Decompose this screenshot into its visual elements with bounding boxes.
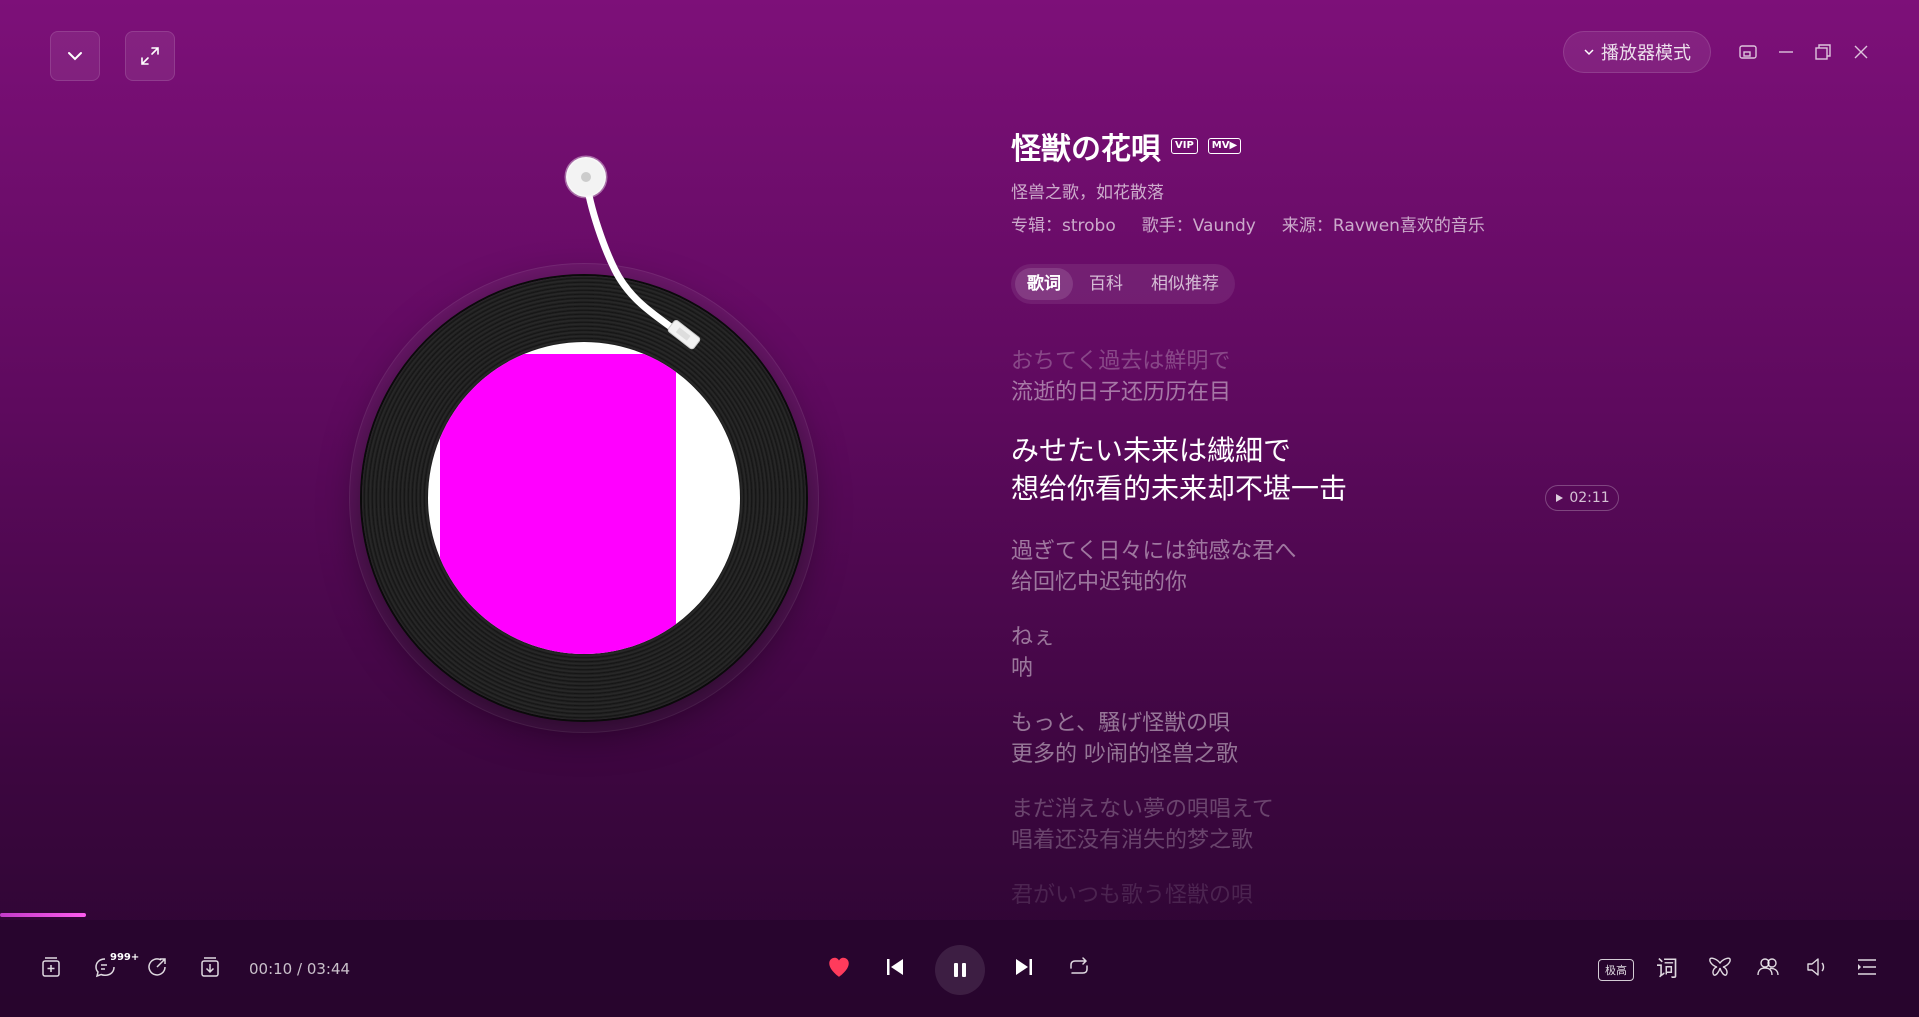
seek-time: 02:11 bbox=[1569, 490, 1610, 506]
album-link[interactable]: 专辑：strobo bbox=[1011, 211, 1116, 236]
share-button[interactable] bbox=[143, 953, 171, 981]
collapse-player-button[interactable] bbox=[50, 31, 100, 81]
next-button[interactable] bbox=[1010, 953, 1038, 981]
lyric-translation: 想给你看的未来却不堪一击 bbox=[1011, 472, 1348, 505]
lyric-line[interactable]: もっと、騒げ怪獣の唄 更多的 吵闹的怪兽之歌 bbox=[1011, 708, 1571, 770]
sound-quality-button[interactable]: 极高 bbox=[1598, 959, 1634, 981]
tab-wiki[interactable]: 百科 bbox=[1077, 268, 1135, 300]
desktop-lyrics-button[interactable]: 词 bbox=[1653, 953, 1681, 982]
progress-bar[interactable] bbox=[0, 913, 1919, 917]
users-icon bbox=[1755, 954, 1781, 980]
lyric-line[interactable]: 過ぎてく日々には鈍感な君へ 给回忆中迟钝的你 bbox=[1011, 536, 1571, 598]
effects-button[interactable] bbox=[1706, 953, 1734, 981]
listen-together-button[interactable] bbox=[1754, 953, 1782, 981]
mini-mode-button[interactable] bbox=[1736, 40, 1760, 64]
close-button[interactable] bbox=[1849, 40, 1873, 64]
lyric-translation: 唱着还没有消失的梦之歌 bbox=[1011, 828, 1254, 853]
comments-count-badge: 999+ bbox=[110, 952, 140, 963]
share-icon bbox=[145, 955, 169, 979]
info-tabs: 歌词 百科 相似推荐 bbox=[1011, 264, 1235, 304]
song-title: 怪獣の花唄 bbox=[1011, 132, 1161, 167]
close-icon bbox=[1851, 42, 1871, 62]
album-cover-text: KSUNDY bbox=[661, 562, 676, 629]
maximize-button[interactable] bbox=[1811, 40, 1835, 64]
repeat-mode-button[interactable] bbox=[1065, 953, 1093, 981]
lyric-line-current[interactable]: みせたい未来は繊細で 想给你看的未来却不堪一击 bbox=[1011, 432, 1571, 508]
lyric-original: まだ消えない夢の唄唱えて bbox=[1011, 797, 1274, 822]
playlist-icon bbox=[1854, 954, 1880, 980]
play-small-icon bbox=[1554, 493, 1564, 503]
download-button[interactable] bbox=[196, 953, 224, 981]
artist-link[interactable]: 歌手：Vaundy bbox=[1142, 211, 1256, 236]
play-pause-button[interactable] bbox=[935, 945, 985, 995]
pause-icon bbox=[950, 960, 970, 980]
lyric-original: もっと、騒げ怪獣の唄 bbox=[1011, 711, 1231, 736]
skip-previous-icon bbox=[883, 955, 907, 979]
lyric-original: ねぇ bbox=[1011, 625, 1056, 650]
repeat-icon bbox=[1066, 954, 1092, 980]
previous-button[interactable] bbox=[881, 953, 909, 981]
lyrics-toggle-label: 词 bbox=[1655, 957, 1678, 982]
add-list-icon bbox=[39, 955, 63, 979]
volume-button[interactable] bbox=[1803, 953, 1831, 981]
expand-icon bbox=[139, 45, 161, 67]
mini-window-icon bbox=[1738, 42, 1758, 62]
lyric-original: 君がいつも歌う怪獣の唄 bbox=[1011, 883, 1254, 904]
song-title-row: 怪獣の花唄 VIP MV▶ bbox=[1011, 124, 1242, 168]
lyric-translation: 更多的 吵闹的怪兽之歌 bbox=[1011, 742, 1238, 767]
lyric-translation: 流逝的日子还历历在目 bbox=[1011, 380, 1232, 405]
player-mode-label: 播放器模式 bbox=[1601, 43, 1691, 64]
lyric-line[interactable]: ねぇ 呐 bbox=[1011, 622, 1571, 684]
lyric-original: みせたい未来は繊細で bbox=[1011, 434, 1292, 467]
song-subtitle: 怪兽之歌，如花散落 bbox=[1011, 183, 1164, 203]
lyric-translation: 呐 bbox=[1011, 656, 1034, 681]
like-button[interactable] bbox=[825, 953, 853, 981]
chevron-down-icon bbox=[1583, 46, 1595, 58]
source-link[interactable]: 来源：Ravwen喜欢的音乐 bbox=[1282, 211, 1485, 236]
song-meta: 专辑：strobo 歌手：Vaundy 来源：Ravwen喜欢的音乐 bbox=[1011, 211, 1485, 236]
playback-time: 00:10 / 03:44 bbox=[249, 960, 351, 978]
mv-badge[interactable]: MV▶ bbox=[1207, 138, 1242, 154]
volume-icon bbox=[1804, 954, 1830, 980]
tonearm bbox=[564, 155, 701, 350]
minimize-button[interactable] bbox=[1774, 40, 1798, 64]
vip-badge: VIP bbox=[1171, 138, 1198, 154]
player-mode-button[interactable]: 播放器模式 bbox=[1563, 31, 1711, 73]
lyric-original: 過ぎてく日々には鈍感な君へ bbox=[1011, 539, 1297, 564]
chevron-down-icon bbox=[65, 46, 85, 66]
playlist-button[interactable] bbox=[1853, 953, 1881, 981]
lyric-line[interactable]: おちてく過去は鮮明で 流逝的日子还历历在目 bbox=[1011, 346, 1571, 408]
download-icon bbox=[198, 955, 222, 979]
lyric-line[interactable]: まだ消えない夢の唄唱えて 唱着还没有消失的梦之歌 bbox=[1011, 794, 1571, 856]
lyrics-panel[interactable]: おちてく過去は鮮明で 流逝的日子还历历在目 みせたい未来は繊細で 想给你看的未来… bbox=[1011, 346, 1571, 904]
skip-next-icon bbox=[1012, 955, 1036, 979]
tab-lyrics[interactable]: 歌词 bbox=[1015, 268, 1073, 300]
lyric-original: おちてく過去は鮮明で bbox=[1011, 349, 1231, 374]
minimize-icon bbox=[1776, 42, 1796, 62]
fullscreen-button[interactable] bbox=[125, 31, 175, 81]
restore-icon bbox=[1813, 42, 1833, 62]
tab-similar[interactable]: 相似推荐 bbox=[1139, 268, 1231, 300]
heart-icon bbox=[826, 954, 852, 980]
album-cover-art bbox=[440, 354, 676, 654]
progress-fill bbox=[0, 913, 87, 917]
seek-to-lyric-button[interactable]: 02:11 bbox=[1545, 485, 1619, 511]
butterfly-icon bbox=[1707, 954, 1733, 980]
lyric-translation: 给回忆中迟钝的你 bbox=[1011, 570, 1188, 595]
add-to-playlist-button[interactable] bbox=[37, 953, 65, 981]
lyric-line[interactable]: 君がいつも歌う怪獣の唄 bbox=[1011, 880, 1571, 904]
